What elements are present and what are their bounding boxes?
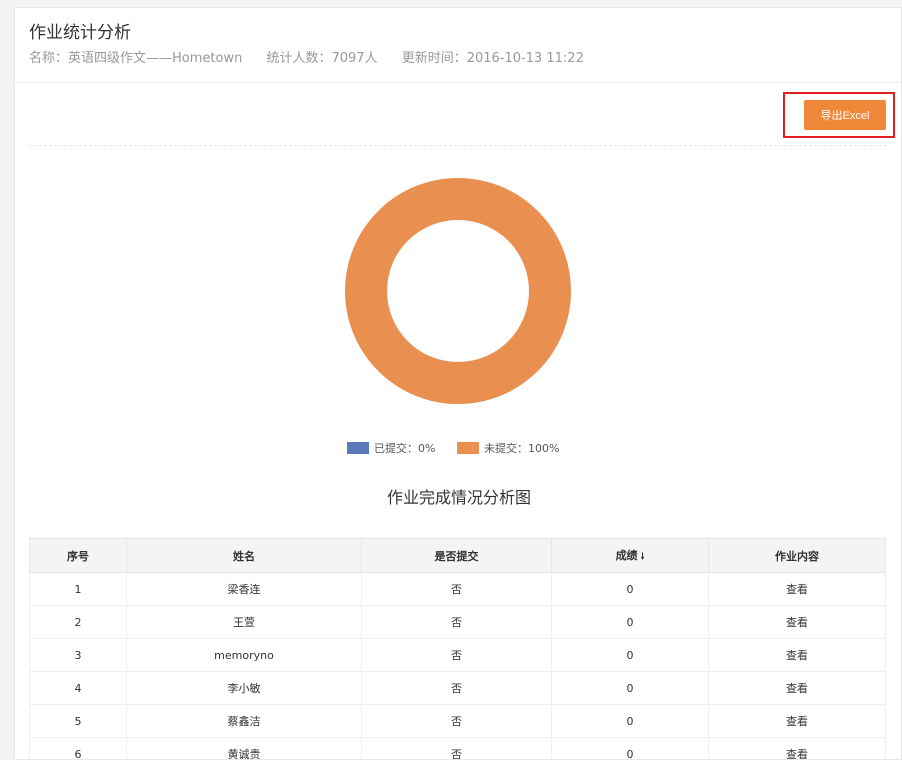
cell-score: 0 (551, 671, 709, 705)
page-title: 作业统计分析 (29, 23, 131, 43)
cell-name: 蔡鑫洁 (126, 704, 362, 738)
cell-name: 王萱 (126, 605, 362, 639)
table-row: 5 蔡鑫洁 否 0 查看 (29, 704, 886, 738)
cell-submitted: 否 (361, 605, 552, 639)
col-header-name: 姓名 (126, 538, 362, 573)
assignment-name: 名称：英语四级作文——Hometown (29, 51, 243, 66)
student-count: 统计人数：7097人 (266, 51, 378, 66)
legend-item-submitted[interactable]: 已提交：0% (347, 440, 435, 456)
cell-name: memoryno (126, 638, 362, 672)
sort-down-icon[interactable]: 🠗 (641, 552, 645, 562)
cell-num: 5 (29, 704, 127, 738)
page-header: 作业统计分析 名称：英语四级作文——Hometown 统计人数：7097人 更新… (15, 8, 901, 83)
table-row: 2 王萱 否 0 查看 (29, 605, 886, 639)
cell-score: 0 (551, 704, 709, 738)
col-header-num: 序号 (29, 538, 127, 573)
completion-chart (345, 178, 571, 404)
legend-label-submitted: 已提交：0% (374, 442, 436, 455)
cell-submitted: 否 (361, 737, 552, 759)
divider (29, 145, 887, 146)
col-header-content: 作业内容 (708, 538, 886, 573)
cell-score: 0 (551, 737, 709, 759)
toolbar: 导出Excel (15, 83, 901, 143)
cell-score: 0 (551, 638, 709, 672)
view-link[interactable]: 查看 (786, 616, 808, 629)
legend-swatch-not-submitted (456, 442, 479, 454)
table-row: 3 memoryno 否 0 查看 (29, 638, 886, 672)
col-header-score[interactable]: 成绩 🠗 (551, 538, 709, 573)
score-header-label: 成绩 (615, 548, 638, 562)
chart-title: 作业完成情况分析图 (386, 488, 531, 507)
cell-num: 1 (29, 572, 127, 606)
cell-submitted: 否 (361, 671, 552, 705)
export-excel-button[interactable]: 导出Excel (804, 100, 886, 130)
cell-num: 4 (29, 671, 127, 705)
table-row: 4 李小敏 否 0 查看 (29, 671, 886, 705)
table-row: 1 梁香连 否 0 查看 (29, 572, 886, 606)
cell-num: 3 (29, 638, 127, 672)
cell-score: 0 (551, 572, 709, 606)
donut-slice-not-submitted[interactable] (345, 178, 571, 404)
legend-item-not-submitted[interactable]: 未提交：100% (456, 440, 560, 456)
view-link[interactable]: 查看 (786, 748, 808, 759)
cell-num: 2 (29, 605, 127, 639)
chart-legend: 已提交：0% 未提交：100% (347, 440, 577, 457)
view-link[interactable]: 查看 (786, 715, 808, 728)
student-table: 序号 姓名 是否提交 成绩 🠗 作业内容 1 梁香连 否 0 查看 2 王萱 否 … (29, 538, 886, 759)
view-link[interactable]: 查看 (786, 649, 808, 662)
cell-name: 黄诚贵 (126, 737, 362, 759)
cell-name: 李小敏 (126, 671, 362, 705)
page-meta: 名称：英语四级作文——Hometown 统计人数：7097人 更新时间：2016… (29, 50, 901, 68)
cell-submitted: 否 (361, 638, 552, 672)
table-row: 6 黄诚贵 否 0 查看 (29, 737, 886, 759)
col-header-submitted: 是否提交 (361, 538, 552, 573)
cell-name: 梁香连 (126, 572, 362, 606)
cell-submitted: 否 (361, 704, 552, 738)
updated-time: 更新时间：2016-10-13 11:22 (401, 51, 584, 66)
view-link[interactable]: 查看 (786, 583, 808, 596)
view-link[interactable]: 查看 (786, 682, 808, 695)
cell-score: 0 (551, 605, 709, 639)
cell-num: 6 (29, 737, 127, 759)
cell-submitted: 否 (361, 572, 552, 606)
donut-chart-svg (345, 178, 571, 404)
content-panel: 作业统计分析 名称：英语四级作文——Hometown 统计人数：7097人 更新… (14, 7, 902, 760)
legend-label-not-submitted: 未提交：100% (483, 442, 560, 455)
table-header-row: 序号 姓名 是否提交 成绩 🠗 作业内容 (29, 538, 886, 573)
legend-swatch-submitted (347, 442, 369, 454)
